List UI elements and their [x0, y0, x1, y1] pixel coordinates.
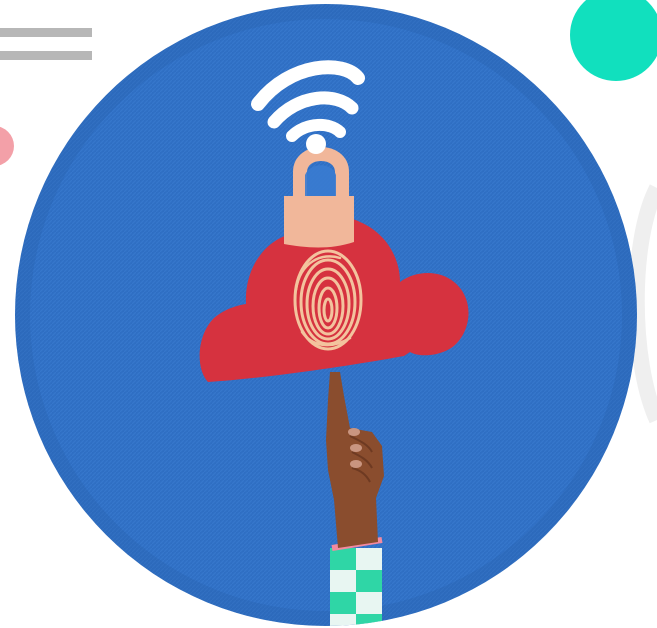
- decorative-stripes: [0, 28, 92, 60]
- decorative-pink-dot: [0, 126, 14, 166]
- security-illustration: [0, 0, 657, 626]
- padlock-icon: [284, 147, 354, 248]
- decorative-teal-dot: [570, 0, 657, 81]
- sleeve: [330, 537, 383, 626]
- decorative-grey-arc: [628, 184, 657, 424]
